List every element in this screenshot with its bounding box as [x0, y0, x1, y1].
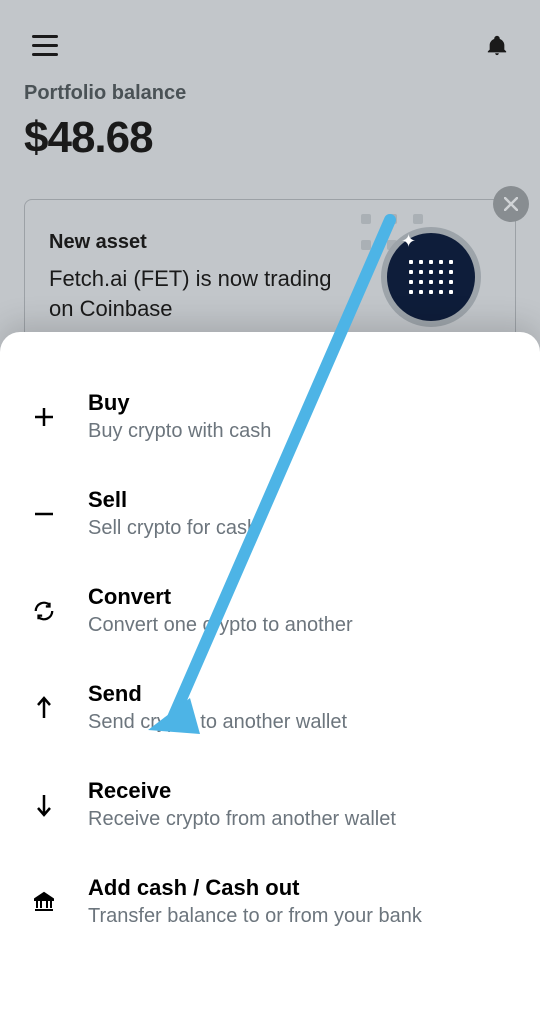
promo-body: Fetch.ai (FET) is now trading on Coinbas…: [49, 264, 361, 323]
add-cash-action[interactable]: Add cash / Cash out Transfer balance to …: [26, 853, 514, 950]
minus-icon: [26, 503, 62, 525]
promo-card[interactable]: New asset Fetch.ai (FET) is now trading …: [24, 199, 516, 351]
promo-image: ✦: [371, 222, 491, 332]
arrow-down-icon: [26, 793, 62, 817]
convert-action[interactable]: Convert Convert one crypto to another: [26, 562, 514, 659]
action-subtitle: Sell crypto for cash: [88, 517, 514, 540]
plus-icon: [26, 406, 62, 428]
convert-icon: [26, 600, 62, 622]
action-sheet: Buy Buy crypto with cash Sell Sell crypt…: [0, 332, 540, 1025]
notifications-icon[interactable]: [486, 32, 508, 58]
action-title: Send: [88, 681, 514, 707]
action-title: Sell: [88, 487, 514, 513]
action-subtitle: Send crypto to another wallet: [88, 711, 514, 734]
send-action[interactable]: Send Send crypto to another wallet: [26, 659, 514, 756]
top-bar: [24, 20, 516, 82]
action-subtitle: Receive crypto from another wallet: [88, 808, 514, 831]
bank-icon: [26, 890, 62, 914]
action-title: Convert: [88, 584, 514, 610]
action-title: Add cash / Cash out: [88, 875, 514, 901]
portfolio-balance-label: Portfolio balance: [24, 82, 516, 105]
buy-action[interactable]: Buy Buy crypto with cash: [26, 368, 514, 465]
action-subtitle: Convert one crypto to another: [88, 614, 514, 637]
close-icon[interactable]: [493, 186, 529, 222]
action-subtitle: Transfer balance to or from your bank: [88, 905, 514, 928]
arrow-up-icon: [26, 696, 62, 720]
sell-action[interactable]: Sell Sell crypto for cash: [26, 465, 514, 562]
action-title: Buy: [88, 390, 514, 416]
portfolio-balance-value: $48.68: [24, 113, 516, 163]
action-subtitle: Buy crypto with cash: [88, 420, 514, 443]
receive-action[interactable]: Receive Receive crypto from another wall…: [26, 756, 514, 853]
promo-title: New asset: [49, 231, 361, 254]
action-title: Receive: [88, 778, 514, 804]
menu-icon[interactable]: [32, 35, 58, 56]
